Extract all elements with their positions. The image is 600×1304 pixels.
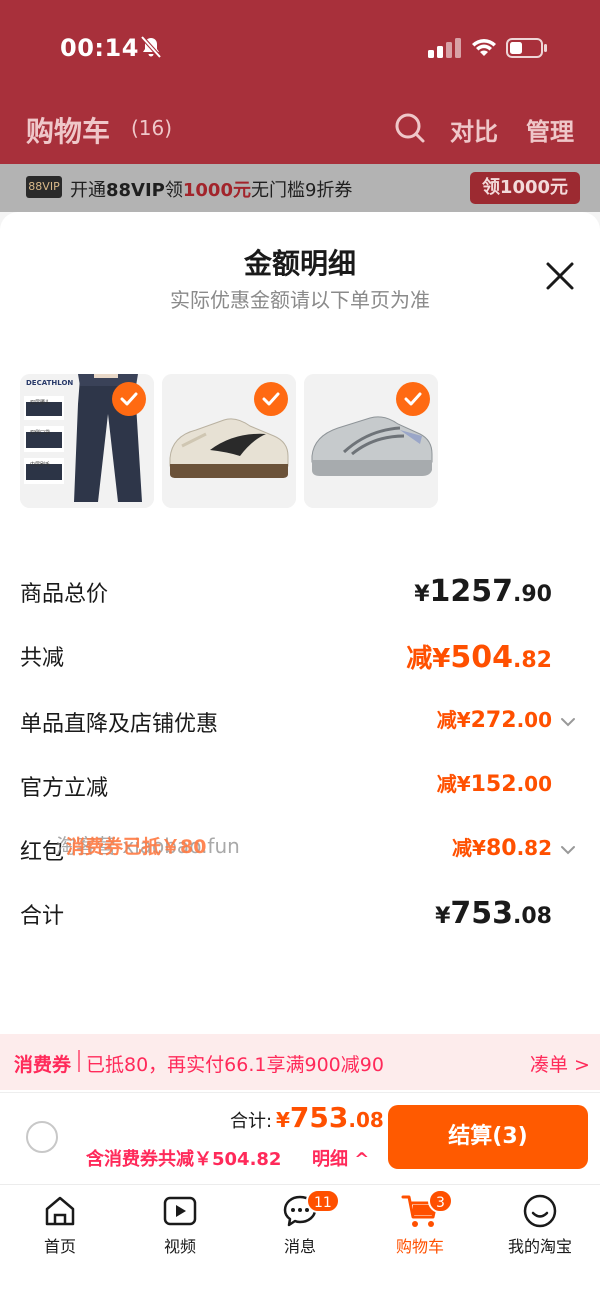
product-thumbnail[interactable] (304, 374, 438, 508)
tab-my-taobao[interactable]: 我的淘宝 (480, 1193, 600, 1263)
compare-button[interactable]: 对比 (450, 112, 498, 147)
cart-badge: 3 (428, 1189, 453, 1213)
sheet-title: 金额明细 (243, 247, 356, 280)
add-items-link[interactable]: 凑单 > (530, 1050, 590, 1077)
discount-summary: 含消费券共减￥504.82 (86, 1149, 282, 1170)
row-value: 减¥272.00 (437, 704, 552, 733)
value-int: 504 (450, 640, 514, 675)
decathlon-logo: DECATHLON (26, 379, 73, 387)
vip-badge: 88VIP (26, 176, 62, 198)
vip-banner-text: 开通88VIP领1000元无门槛9折券 (70, 176, 352, 202)
total-dec: .08 (348, 1108, 384, 1132)
tab-cart[interactable]: 3 购物车 (360, 1189, 480, 1263)
row-label: 共减 (20, 646, 65, 671)
coupon-tag: 消费券 (14, 1054, 72, 1076)
sheet-subtitle: 实际优惠金额请以下单页为准 (170, 288, 430, 312)
coupon-bar[interactable]: 消费券 已抵80，再实付66.1享满900减90 凑单 > (0, 1034, 600, 1090)
message-badge: 11 (306, 1189, 340, 1213)
value-dec: .00 (516, 772, 552, 796)
value-int: 152 (470, 772, 517, 797)
vip-text-amount: 1000元 (182, 180, 251, 201)
amount-detail-sheet: 金额明细 实际优惠金额请以下单页为准 DECATHLON 双层腰头 双侧口袋 内… (0, 212, 600, 1304)
chevron-down-icon[interactable] (560, 842, 576, 858)
tab-label: 消息 (283, 1237, 316, 1256)
value-int: 80 (485, 836, 517, 861)
tab-label: 购物车 (395, 1237, 444, 1256)
value-prefix: 减¥ (406, 644, 451, 674)
bottom-tab-bar: 首页 视频 11 消息 3 购物车 我的淘宝 (0, 1184, 600, 1304)
bell-muted-icon (140, 35, 162, 59)
value-prefix: 减¥ (436, 772, 471, 796)
profile-icon (523, 1194, 557, 1228)
row-value: 减¥152.00 (437, 768, 552, 797)
vip-text-vip: 88VIP (106, 180, 165, 201)
value-dec: .08 (513, 904, 552, 929)
vip-text-prefix: 开通 (70, 180, 106, 201)
detail-toggle[interactable]: 明细 ^ (312, 1145, 369, 1171)
coupon-divider (78, 1050, 80, 1072)
selected-check-icon[interactable] (112, 382, 146, 416)
pants-tag: 内层刷毛 (30, 461, 50, 468)
vip-banner[interactable]: 88VIP 开通88VIP领1000元无门槛9折券 领1000元 (0, 164, 600, 212)
value-int: 753 (450, 896, 514, 931)
vip-text-suffix: 无门槛9折券 (250, 180, 353, 201)
value-int: 1257 (429, 574, 514, 609)
value-prefix: 减¥ (452, 836, 486, 860)
selected-check-icon[interactable] (254, 382, 288, 416)
total-prefix: ¥ (276, 1108, 290, 1132)
value-int: 272 (470, 708, 517, 733)
video-icon (163, 1196, 197, 1226)
total-int: 753 (289, 1101, 349, 1134)
chevron-down-icon[interactable] (560, 714, 576, 730)
row-value: ¥753.08 (435, 896, 552, 931)
wifi-icon (472, 39, 496, 56)
row-value: 减¥504.82 (406, 638, 552, 675)
vip-text-mid: 领 (164, 180, 183, 201)
total-value: ¥753.08 (276, 1101, 384, 1134)
total-label: 合计: (230, 1111, 273, 1132)
row-label: 合计 (20, 904, 65, 929)
select-all-checkbox[interactable] (26, 1121, 58, 1153)
page-title: 购物车 (26, 115, 111, 148)
tab-video[interactable]: 视频 (120, 1193, 240, 1263)
tab-label: 首页 (43, 1237, 76, 1256)
status-time: 00:14 (60, 34, 139, 62)
value-prefix: 减¥ (436, 708, 471, 732)
tab-home[interactable]: 首页 (0, 1193, 120, 1263)
search-icon[interactable] (394, 112, 426, 144)
product-thumbnail[interactable] (162, 374, 296, 508)
pants-tag: 双层腰头 (30, 399, 50, 406)
selected-check-icon[interactable] (396, 382, 430, 416)
row-label: 官方立减 (20, 776, 109, 801)
top-header: 00:14 购物车 (16) 对比 管理 88VIP 开通88VIP领1000元… (0, 0, 600, 212)
value-dec: .00 (516, 708, 552, 732)
value-prefix: ¥ (435, 904, 451, 929)
pants-tag: 双侧口袋 (30, 429, 50, 436)
tab-messages[interactable]: 11 消息 (240, 1189, 360, 1263)
checkout-button[interactable]: 结算(3) (388, 1105, 588, 1169)
value-dec: .82 (513, 648, 552, 673)
manage-button[interactable]: 管理 (526, 112, 574, 147)
cart-count: (16) (131, 116, 173, 140)
row-label: 商品总价 (20, 582, 109, 607)
tab-label: 视频 (163, 1237, 196, 1256)
tab-label: 我的淘宝 (507, 1237, 572, 1256)
row-value: 减¥80.82 (452, 832, 552, 861)
home-icon (45, 1196, 75, 1226)
status-bar: 00:14 (0, 28, 600, 68)
battery-icon (506, 38, 547, 58)
row-value: ¥1257.90 (414, 574, 552, 609)
product-thumbnail[interactable]: DECATHLON 双层腰头 双侧口袋 内层刷毛 (20, 374, 154, 508)
value-dec: .82 (516, 836, 552, 860)
value-prefix: ¥ (414, 582, 430, 607)
coupon-text: 已抵80，再实付66.1享满900减90 (86, 1054, 384, 1076)
close-icon[interactable] (544, 260, 576, 292)
checkout-bar: 合计: ¥753.08 含消费券共减￥504.82 明细 ^ 结算(3) (0, 1092, 600, 1184)
coupon-applied-overlay: 消费券已抵￥80 (66, 836, 207, 858)
value-dec: .90 (513, 582, 552, 607)
cellular-signal-icon (428, 38, 461, 58)
claim-coupon-button[interactable]: 领1000元 (470, 172, 580, 204)
row-label: 单品直降及店铺优惠 (20, 712, 219, 737)
